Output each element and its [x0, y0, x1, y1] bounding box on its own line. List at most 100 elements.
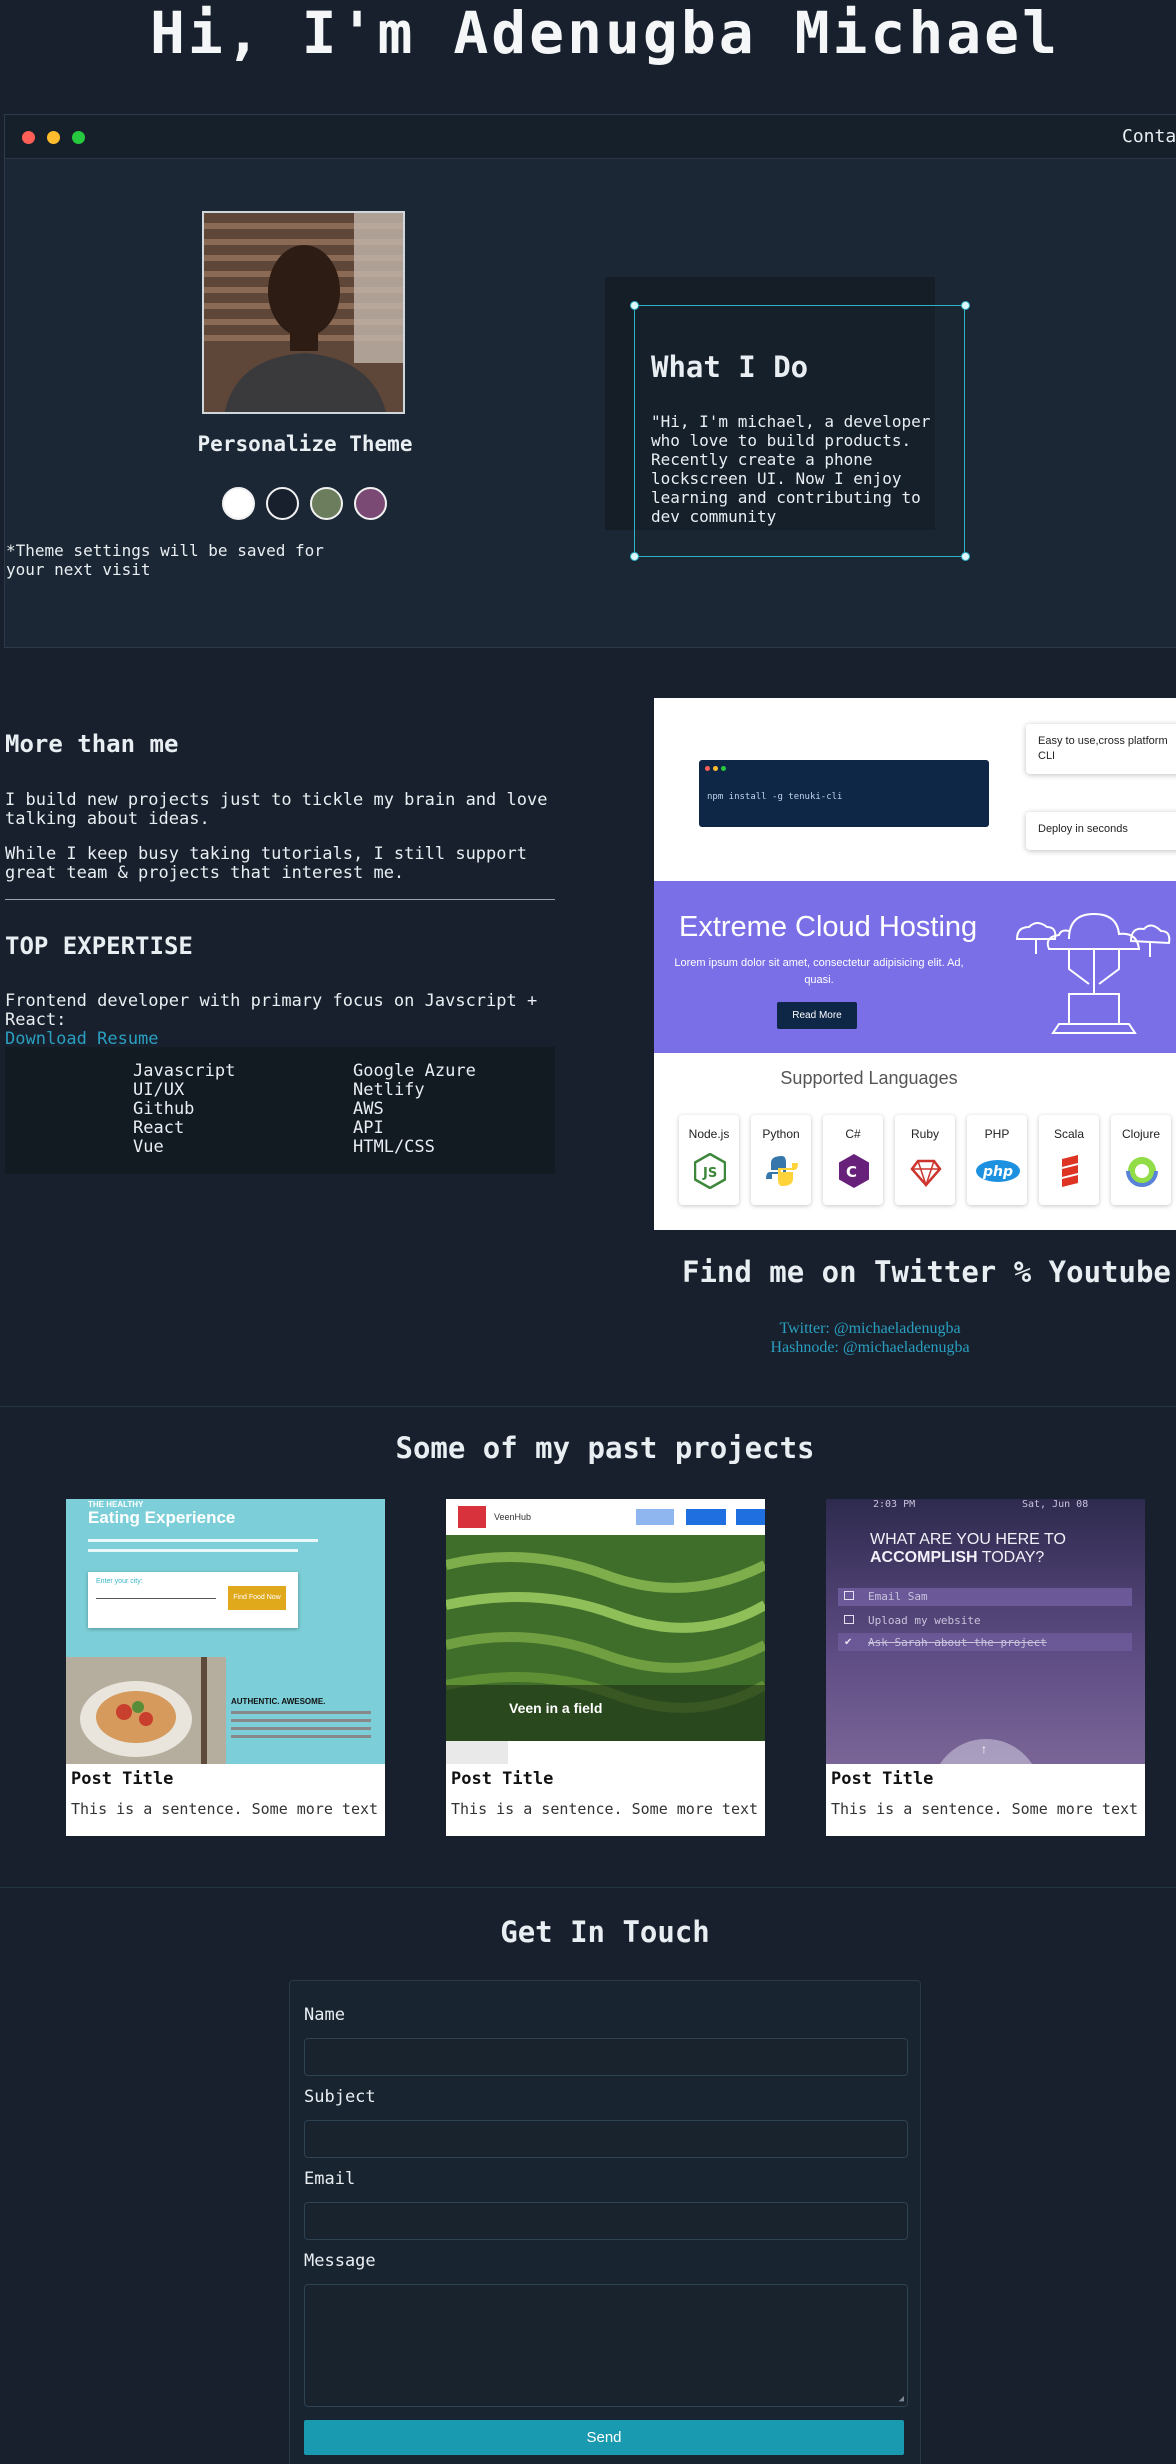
language-card-csharp: C# C [823, 1115, 883, 1205]
terminal-dot-icon [713, 766, 718, 771]
maximize-dot-icon[interactable] [72, 131, 85, 144]
svg-text:JS: JS [702, 1166, 717, 1181]
project-card[interactable]: THE HEALTHY Eating Experience Enter your… [66, 1499, 385, 1836]
card-title: Post Title [71, 1769, 174, 1789]
resize-grip-icon[interactable]: ◢ [899, 2394, 904, 2404]
theme-swatch-green[interactable] [310, 487, 343, 520]
language-card-python: Python [751, 1115, 811, 1205]
email-input[interactable] [304, 2202, 908, 2240]
terminal-dot-icon [721, 766, 726, 771]
terminal-command: npm install -g tenuki-cli [707, 792, 843, 802]
php-icon: php [976, 1160, 1020, 1182]
close-dot-icon[interactable] [22, 131, 35, 144]
svg-text:C: C [846, 1163, 857, 1181]
resize-handle[interactable] [630, 552, 639, 561]
about-paragraph: I build new projects just to tickle my b… [5, 790, 548, 829]
resize-handle[interactable] [961, 301, 970, 310]
skills-box: Javascript UI/UX Github React Vue Google… [5, 1047, 555, 1174]
resize-handle[interactable] [961, 552, 970, 561]
about-title: More than me [5, 730, 179, 758]
language-card-php: PHP php [967, 1115, 1027, 1205]
card-text: This is a sentence. Some more text [831, 1800, 1139, 1818]
avatar [202, 211, 405, 414]
hashnode-link[interactable]: Hashnode: @michaeladenugba [654, 1339, 1086, 1357]
feature-card: Easy to use,cross platform CLI [1026, 724, 1176, 774]
theme-title: Personalize Theme [197, 432, 413, 456]
theme-swatch-white[interactable] [222, 487, 255, 520]
minimize-dot-icon[interactable] [47, 131, 60, 144]
shot-heading-bold: ACCOMPLISH [870, 1549, 978, 1566]
rice-terrace-photo [446, 1535, 765, 1741]
about-paragraph: While I keep busy taking tutorials, I st… [5, 844, 527, 883]
twitter-link[interactable]: Twitter: @michaeladenugba [654, 1320, 1086, 1338]
food-photo [66, 1657, 226, 1764]
shot-field-label: Enter your city: [96, 1578, 143, 1585]
cloud-subtitle: Lorem ipsum dolor sit amet, consectetur … [674, 957, 964, 986]
shot-brand: VeenHub [494, 1512, 532, 1522]
nav-contact-link[interactable]: Contac [1122, 126, 1176, 147]
name-input[interactable] [304, 2038, 908, 2076]
feature-card: Deploy in seconds [1026, 812, 1176, 850]
shot-task: Upload my website [868, 1614, 981, 1627]
skill-item: Google Azure [353, 1061, 476, 1081]
cloud-laptop-icon [1015, 912, 1171, 1034]
window-title-bar: Contac [5, 115, 1176, 159]
language-name: Scala [1053, 1127, 1085, 1141]
card-text: This is a sentence. Some more text [451, 1800, 759, 1818]
checkbox-icon [844, 1615, 854, 1624]
project-screenshot: THE HEALTHY Eating Experience Enter your… [66, 1499, 385, 1764]
shot-heading-end: TODAY? [981, 1549, 1045, 1566]
expertise-description: Frontend developer with primary focus on… [5, 992, 565, 1049]
csharp-icon: C [839, 1154, 869, 1188]
shot-heading: WHAT ARE YOU HERE TO [870, 1531, 1066, 1548]
svg-text:php: php [982, 1164, 1013, 1180]
terminal-dot-icon [705, 766, 710, 771]
send-button[interactable]: Send [304, 2420, 904, 2455]
cloud-hosting-screenshot: npm install -g tenuki-cli Easy to use,cr… [654, 698, 1176, 1230]
theme-swatch-purple[interactable] [354, 487, 387, 520]
language-name: C# [845, 1127, 861, 1141]
card-title: Post Title [831, 1769, 934, 1789]
project-screenshot: VeenHub Veen in a field [446, 1499, 765, 1764]
languages-title: Supported Languages [780, 1068, 958, 1088]
shot-heading: Eating Experience [88, 1508, 236, 1527]
language-name: Ruby [910, 1127, 939, 1141]
theme-swatch-dark[interactable] [266, 487, 299, 520]
nodejs-icon: JS [694, 1153, 726, 1189]
project-card[interactable]: VeenHub Veen in a field Post Title This … [446, 1499, 765, 1836]
skill-item: UI/UX [133, 1080, 185, 1100]
hero-title: Hi, I'm Adenugba Michael [149, 0, 1061, 67]
shot-button: Find Food Now [228, 1586, 286, 1610]
subject-input[interactable] [304, 2120, 908, 2158]
resize-handle[interactable] [630, 301, 639, 310]
skill-item: API [353, 1118, 384, 1138]
ruby-icon [910, 1159, 942, 1188]
language-name: Node.js [688, 1127, 730, 1141]
email-label: Email [304, 2169, 356, 2189]
what-i-do-text: "Hi, I'm michael, a developer who love t… [651, 412, 931, 526]
skill-item: Javascript [133, 1061, 236, 1081]
contact-title: Get In Touch [500, 1915, 710, 1949]
project-card[interactable]: 2:03 PM Sat, Jun 08 WHAT ARE YOU HERE TO… [826, 1499, 1145, 1836]
divider [5, 899, 555, 900]
language-name: PHP [984, 1127, 1010, 1141]
cloud-hero-band: Extreme Cloud Hosting Lorem ipsum dolor … [654, 881, 1176, 1053]
arrow-up-icon: ↑ [981, 1742, 987, 1756]
message-textarea[interactable]: ◢ [304, 2284, 908, 2407]
shot-logo-icon [458, 1506, 486, 1528]
expertise-title: TOP EXPERTISE [5, 932, 193, 960]
download-resume-link[interactable]: Download Resume [5, 1029, 159, 1049]
section-divider [0, 1887, 1176, 1888]
card-text: This is a sentence. Some more text [71, 1800, 379, 1818]
checkmark-icon: ✔ [844, 1637, 853, 1648]
skill-item: AWS [353, 1099, 384, 1119]
skill-item: Github [133, 1099, 195, 1119]
clojure-icon [1126, 1155, 1158, 1187]
cloud-title: Extreme Cloud Hosting [679, 911, 978, 943]
expertise-line: Frontend developer with primary focus on… [5, 991, 538, 1030]
read-more-button[interactable]: Read More [777, 1002, 857, 1029]
language-card-nodejs: Node.js JS [679, 1115, 739, 1205]
shot-task: Ask Sarah about the project [868, 1636, 1047, 1649]
skill-item: React [133, 1118, 185, 1138]
shot-task: Email Sam [868, 1590, 928, 1603]
